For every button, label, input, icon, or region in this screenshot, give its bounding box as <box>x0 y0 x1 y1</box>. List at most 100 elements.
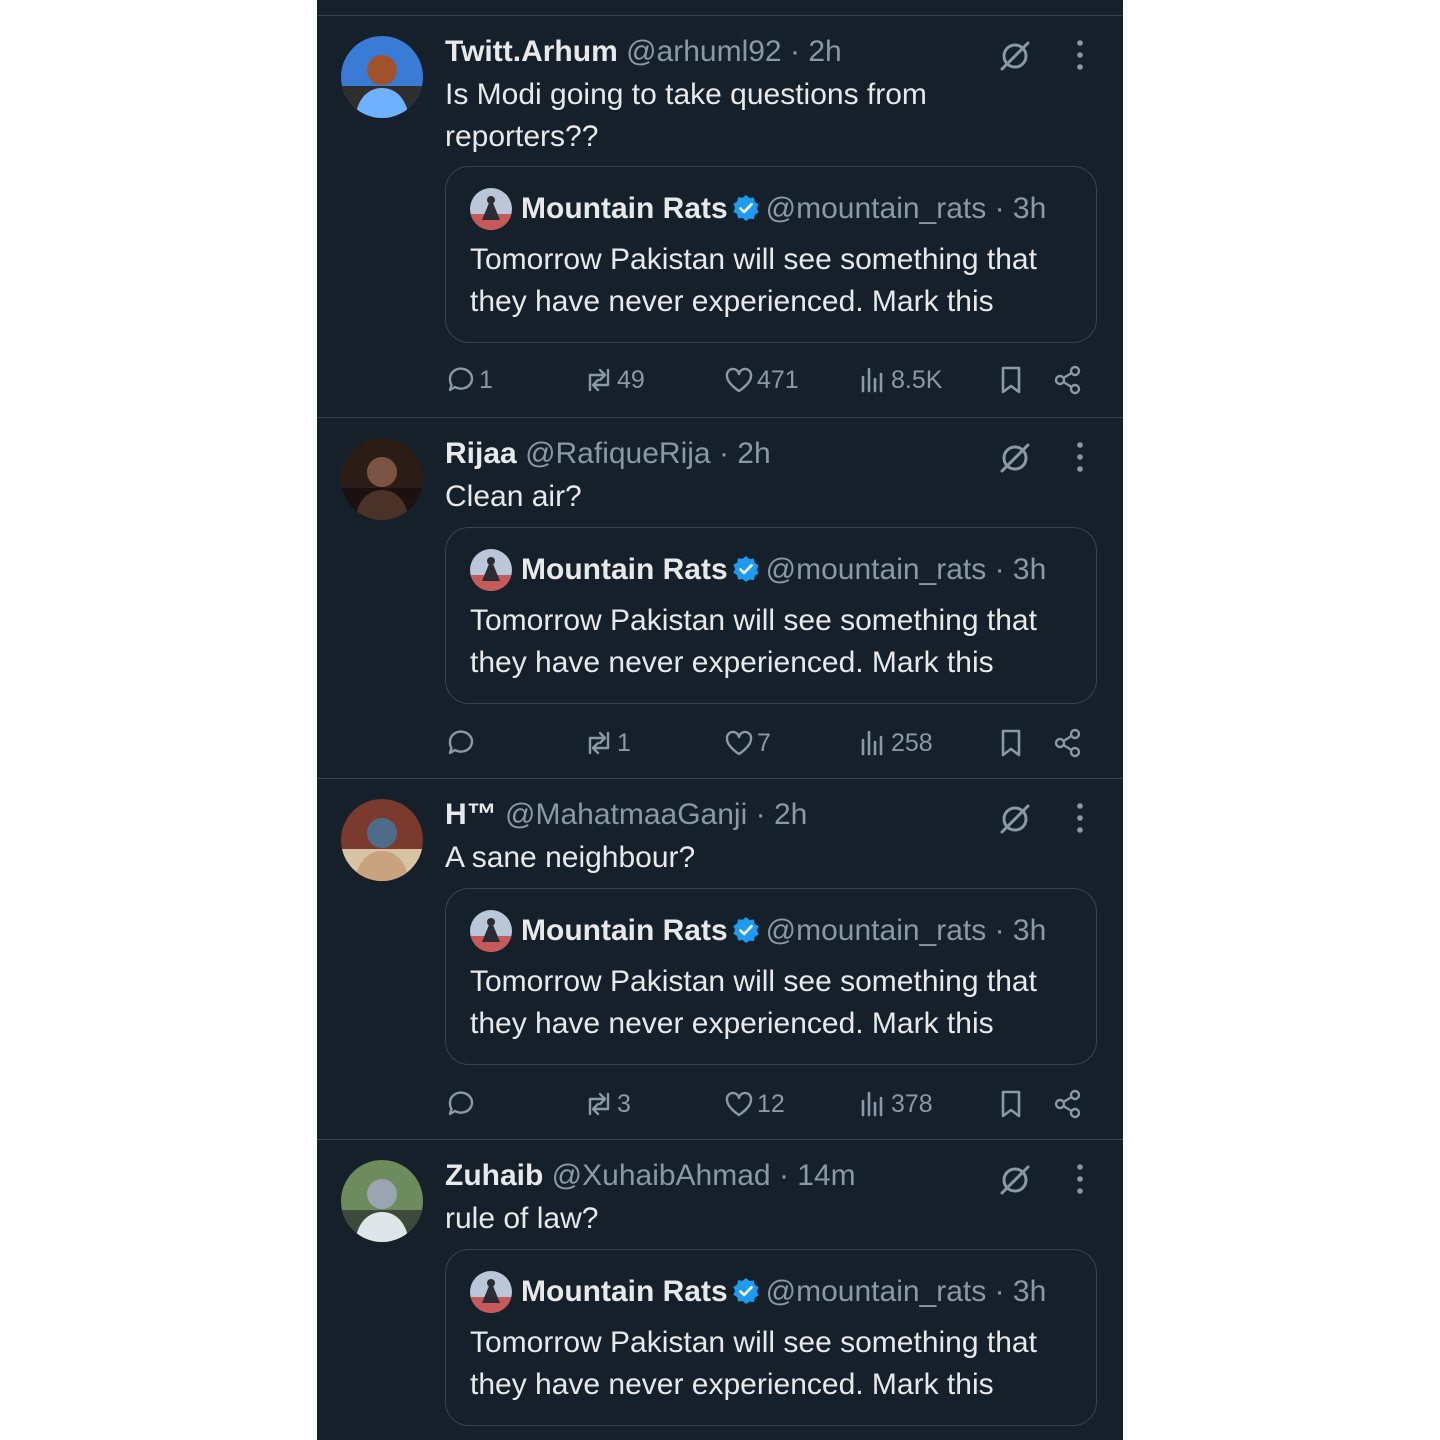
avatar[interactable] <box>341 36 423 118</box>
bookmark-button[interactable] <box>995 360 1029 400</box>
quoted-tweet[interactable]: Mountain Rats @mountain_rats · 3h Tomorrow… <box>445 888 1097 1065</box>
views-button[interactable]: 258 <box>857 723 933 763</box>
reply-icon <box>445 1088 479 1120</box>
views-icon <box>857 1088 891 1120</box>
retweet-icon <box>583 727 617 759</box>
views-button[interactable]: 8.5K <box>857 360 942 400</box>
quoted-tweet-header: Mountain Rats @mountain_rats · 3h <box>521 911 1046 951</box>
author-handle: @mountain_rats <box>765 914 987 947</box>
timestamp: 2h <box>737 437 771 470</box>
action-bar: 1 7 258 <box>445 723 1105 763</box>
tweet-card[interactable]: Rijaa @RafiqueRija · 2h Clean air? Mountai… <box>317 418 1123 779</box>
timestamp: 14m <box>797 1159 856 1192</box>
views-icon <box>857 364 891 396</box>
separator-dot: · <box>755 798 766 831</box>
quoted-tweet-text: Tomorrow Pakistan will see something tha… <box>470 1326 1037 1401</box>
views-count: 378 <box>891 1089 933 1118</box>
grok-icon[interactable] <box>997 801 1033 837</box>
avatar[interactable] <box>341 1160 423 1242</box>
like-button[interactable]: 471 <box>723 360 799 400</box>
tweet-card[interactable]: H™ @MahatmaaGanji · 2h A sane neighbour? M… <box>317 779 1123 1140</box>
reply-button[interactable] <box>445 723 479 763</box>
verified-badge-icon <box>732 1276 760 1304</box>
grok-icon[interactable] <box>997 1162 1033 1198</box>
share-button[interactable] <box>1052 723 1086 763</box>
author-handle: @mountain_rats <box>765 192 987 225</box>
quoted-tweet[interactable]: Mountain Rats @mountain_rats · 3h Tomorrow… <box>445 1249 1097 1426</box>
tweet-card[interactable]: Zuhaib @XuhaibAhmad · 14m rule of law? Mou… <box>317 1140 1123 1440</box>
reply-button[interactable]: 1 <box>445 360 493 400</box>
author-handle: @MahatmaaGanji <box>505 798 748 831</box>
grok-icon[interactable] <box>997 38 1033 74</box>
grok-icon[interactable] <box>997 440 1033 476</box>
share-icon <box>1052 1088 1086 1120</box>
tweet-text: Is Modi going to take questions from rep… <box>445 78 927 153</box>
author-name: Twitt.Arhum <box>445 35 618 68</box>
like-icon <box>723 727 757 759</box>
timestamp: 3h <box>1012 1275 1047 1308</box>
retweet-button[interactable]: 49 <box>583 360 645 400</box>
author-name: Mountain Rats <box>521 1275 728 1308</box>
tweet-header: Twitt.Arhum @arhuml92 · 2h <box>445 32 842 72</box>
separator-dot: · <box>994 192 1005 225</box>
more-icon[interactable] <box>1073 801 1087 835</box>
like-count: 7 <box>757 728 771 757</box>
verified-badge-icon <box>732 193 760 221</box>
author-name: Mountain Rats <box>521 192 728 225</box>
tweet-text: A sane neighbour? <box>445 841 696 874</box>
tweet-card[interactable]: Twitt.Arhum @arhuml92 · 2h Is Modi going … <box>317 16 1123 418</box>
avatar <box>470 549 512 591</box>
author-name: Mountain Rats <box>521 914 728 947</box>
verified-badge-icon <box>732 915 760 943</box>
like-icon <box>723 1088 757 1120</box>
share-icon <box>1052 727 1086 759</box>
quoted-tweet[interactable]: Mountain Rats @mountain_rats · 3h Tomorrow… <box>445 166 1097 343</box>
like-count: 12 <box>757 1089 785 1118</box>
more-icon[interactable] <box>1073 440 1087 474</box>
tweet-text: Clean air? <box>445 480 582 513</box>
timestamp: 3h <box>1012 553 1047 586</box>
quoted-tweet-text: Tomorrow Pakistan will see something tha… <box>470 243 1037 318</box>
separator-dot: · <box>718 437 729 470</box>
timestamp: 3h <box>1012 914 1047 947</box>
tweet-header: H™ @MahatmaaGanji · 2h <box>445 795 807 835</box>
share-button[interactable] <box>1052 360 1086 400</box>
separator-dot: · <box>994 1275 1005 1308</box>
retweet-button[interactable]: 1 <box>583 723 631 763</box>
author-handle: @mountain_rats <box>765 553 987 586</box>
views-count: 8.5K <box>891 365 943 394</box>
retweet-icon <box>583 1088 617 1120</box>
retweet-button[interactable]: 3 <box>583 1084 631 1124</box>
more-icon[interactable] <box>1073 38 1087 72</box>
author-name: Rijaa <box>445 437 517 470</box>
retweet-count: 49 <box>617 365 645 394</box>
retweet-count: 3 <box>617 1089 631 1118</box>
timestamp: 3h <box>1012 192 1047 225</box>
avatar[interactable] <box>341 438 423 520</box>
avatar[interactable] <box>341 799 423 881</box>
reply-icon <box>445 727 479 759</box>
like-icon <box>723 364 757 396</box>
views-button[interactable]: 378 <box>857 1084 933 1124</box>
bookmark-icon <box>995 1088 1029 1120</box>
like-button[interactable]: 7 <box>723 723 771 763</box>
bookmark-button[interactable] <box>995 723 1029 763</box>
retweet-icon <box>583 364 617 396</box>
separator-dot: · <box>994 914 1005 947</box>
quoted-tweet-header: Mountain Rats @mountain_rats · 3h <box>521 189 1046 229</box>
bookmark-button[interactable] <box>995 1084 1029 1124</box>
bookmark-icon <box>995 364 1029 396</box>
reply-count: 1 <box>479 365 493 394</box>
share-icon <box>1052 364 1086 396</box>
timeline: Twitt.Arhum @arhuml92 · 2h Is Modi going … <box>317 0 1123 1440</box>
separator-dot: · <box>994 553 1005 586</box>
reply-button[interactable] <box>445 1084 479 1124</box>
share-button[interactable] <box>1052 1084 1086 1124</box>
like-button[interactable]: 12 <box>723 1084 785 1124</box>
author-handle: @RafiqueRija <box>525 437 711 470</box>
quoted-tweet[interactable]: Mountain Rats @mountain_rats · 3h Tomorrow… <box>445 527 1097 704</box>
retweet-count: 1 <box>617 728 631 757</box>
more-icon[interactable] <box>1073 1162 1087 1196</box>
author-name: H™ <box>445 798 497 831</box>
author-handle: @XuhaibAhmad <box>551 1159 771 1192</box>
